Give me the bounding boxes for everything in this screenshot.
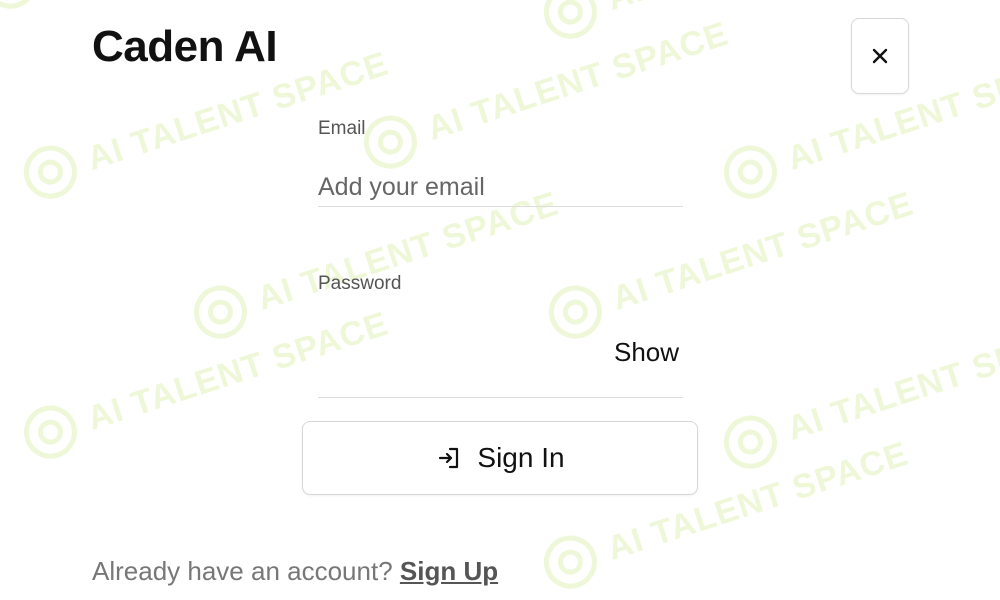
account-prompt-text: Already have an account? [92, 556, 393, 586]
close-button[interactable] [851, 18, 909, 94]
brain-icon [723, 415, 777, 469]
watermark-logo: AI TALENT SPACE [350, 2, 737, 182]
watermark-text: AI TALENT SPACE [422, 14, 733, 148]
close-icon [872, 48, 888, 64]
email-input[interactable] [318, 168, 683, 207]
brain-icon [543, 535, 597, 589]
brain-icon [193, 285, 247, 339]
brain-icon [23, 405, 77, 459]
email-label: Email [318, 118, 366, 139]
brain-icon [543, 0, 597, 39]
sign-in-icon [439, 447, 459, 469]
show-password-toggle[interactable]: Show [614, 337, 679, 368]
sign-in-label: Sign In [477, 442, 565, 473]
watermark-logo: AI TALENT SPACE [710, 302, 1000, 482]
app-title: Caden AI [92, 22, 278, 71]
watermark-text: AI TALENT SPACE [602, 0, 913, 18]
password-underline [318, 397, 683, 398]
brain-icon [23, 145, 77, 199]
brain-icon [0, 0, 37, 9]
watermark-layer: AI TALENT SPACE AI TALENT SPACE AI TALEN… [0, 0, 1000, 600]
password-label: Password [318, 273, 402, 294]
password-input[interactable] [318, 330, 598, 374]
account-prompt: Already have an account? Sign Up [92, 556, 498, 587]
watermark-text: AI TALENT SPACE [782, 314, 1000, 448]
watermark-logo: AI TALENT SPACE [0, 0, 357, 22]
sign-in-button[interactable]: Sign In [302, 421, 698, 495]
brain-icon [723, 145, 777, 199]
sign-up-link[interactable]: Sign Up [400, 556, 498, 586]
